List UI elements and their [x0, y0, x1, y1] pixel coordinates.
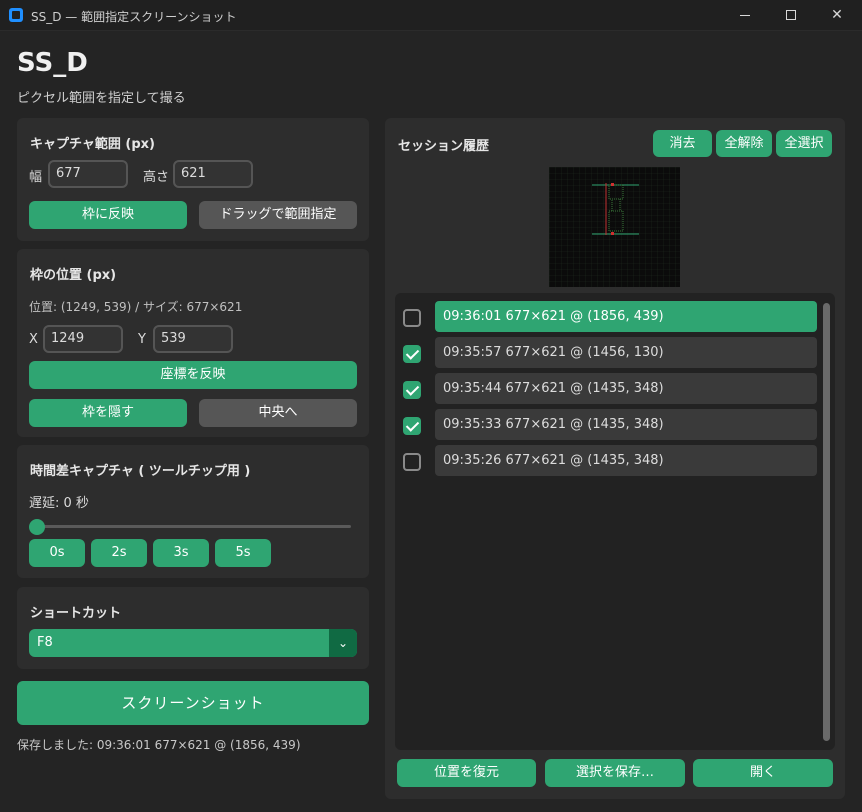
width-label: 幅: [29, 170, 43, 185]
shortcut-select[interactable]: F8 ⌄: [29, 629, 357, 657]
width-input[interactable]: 677: [48, 160, 128, 188]
history-checkbox-4[interactable]: [403, 417, 421, 435]
app-icon: [9, 8, 23, 22]
history-row-2[interactable]: 09:35:57 677×621 @ (1456, 130): [435, 337, 817, 368]
hide-frame-button[interactable]: 枠を隠す: [29, 399, 187, 427]
apply-to-frame-button[interactable]: 枠に反映: [29, 201, 187, 229]
x-label: X: [29, 332, 38, 347]
app-title: SS_D: [17, 48, 88, 78]
y-label: Y: [138, 332, 146, 347]
history-row-4[interactable]: 09:35:33 677×621 @ (1435, 348): [435, 409, 817, 440]
restore-position-button[interactable]: 位置を復元: [397, 759, 536, 787]
app-subtitle: ピクセル範囲を指定して撮る: [17, 91, 186, 106]
screenshot-button[interactable]: スクリーンショット: [17, 681, 369, 725]
capture-range-title: キャプチャ範囲 (px): [30, 137, 155, 152]
maximize-button[interactable]: [768, 0, 814, 31]
frame-position-title: 枠の位置 (px): [30, 268, 117, 283]
drag-select-button[interactable]: ドラッグで範囲指定: [199, 201, 357, 229]
open-button[interactable]: 開く: [693, 759, 833, 787]
history-row-1[interactable]: 09:36:01 677×621 @ (1856, 439): [435, 301, 817, 332]
height-label: 高さ: [143, 170, 170, 185]
frame-position-info: 位置: (1249, 539) / サイズ: 677×621: [29, 300, 243, 314]
history-scrollbar[interactable]: [823, 303, 830, 741]
history-checkbox-2[interactable]: [403, 345, 421, 363]
shortcut-title: ショートカット: [30, 606, 122, 621]
history-card: セッション履歴 消去 全解除 全選択 09:36:01 677×621 @ (1…: [385, 118, 845, 799]
delay-preset-2s[interactable]: 2s: [91, 539, 147, 567]
preview-thumbnail: [549, 167, 680, 287]
apply-coords-button[interactable]: 座標を反映: [29, 361, 357, 389]
delay-preset-3s[interactable]: 3s: [153, 539, 209, 567]
history-checkbox-5[interactable]: [403, 453, 421, 471]
shortcut-value: F8: [37, 635, 53, 650]
history-checkbox-1[interactable]: [403, 309, 421, 327]
frame-position-card: 枠の位置 (px) 位置: (1249, 539) / サイズ: 677×621…: [17, 249, 369, 437]
delay-slider-handle[interactable]: [29, 519, 45, 535]
center-button[interactable]: 中央へ: [199, 399, 357, 427]
x-input[interactable]: 1249: [43, 325, 123, 353]
status-text: 保存しました: 09:36:01 677×621 @ (1856, 439): [17, 738, 301, 752]
delay-preset-5s[interactable]: 5s: [215, 539, 271, 567]
close-button[interactable]: ✕: [814, 0, 860, 31]
window-title: SS_D — 範囲指定スクリーンショット: [31, 10, 237, 24]
shortcut-card: ショートカット F8 ⌄: [17, 587, 369, 669]
maximize-icon: [786, 10, 796, 20]
close-icon: ✕: [831, 7, 843, 23]
minimize-icon: [740, 14, 750, 16]
screenshot-preview: [549, 167, 680, 287]
delay-slider-track[interactable]: [33, 525, 351, 528]
history-title: セッション履歴: [398, 139, 490, 154]
height-input[interactable]: 621: [173, 160, 253, 188]
y-input[interactable]: 539: [153, 325, 233, 353]
history-row-3[interactable]: 09:35:44 677×621 @ (1435, 348): [435, 373, 817, 404]
deselect-all-button[interactable]: 全解除: [716, 130, 772, 157]
delay-value: 遅延: 0 秒: [29, 496, 89, 511]
clear-button[interactable]: 消去: [653, 130, 712, 157]
history-checkbox-3[interactable]: [403, 381, 421, 399]
chevron-down-icon[interactable]: ⌄: [329, 629, 357, 657]
history-row-5[interactable]: 09:35:26 677×621 @ (1435, 348): [435, 445, 817, 476]
delay-title: 時間差キャプチャ ( ツールチップ用 ): [30, 464, 251, 479]
capture-range-card: キャプチャ範囲 (px) 幅 677 高さ 621 枠に反映 ドラッグで範囲指定: [17, 118, 369, 241]
history-list[interactable]: 09:36:01 677×621 @ (1856, 439) 09:35:57 …: [395, 293, 835, 750]
select-all-button[interactable]: 全選択: [776, 130, 832, 157]
minimize-button[interactable]: [722, 0, 768, 31]
delay-card: 時間差キャプチャ ( ツールチップ用 ) 遅延: 0 秒 0s 2s 3s 5s: [17, 445, 369, 578]
title-bar: SS_D — 範囲指定スクリーンショット ✕: [0, 0, 862, 31]
delay-preset-0s[interactable]: 0s: [29, 539, 85, 567]
save-selected-button[interactable]: 選択を保存…: [545, 759, 685, 787]
